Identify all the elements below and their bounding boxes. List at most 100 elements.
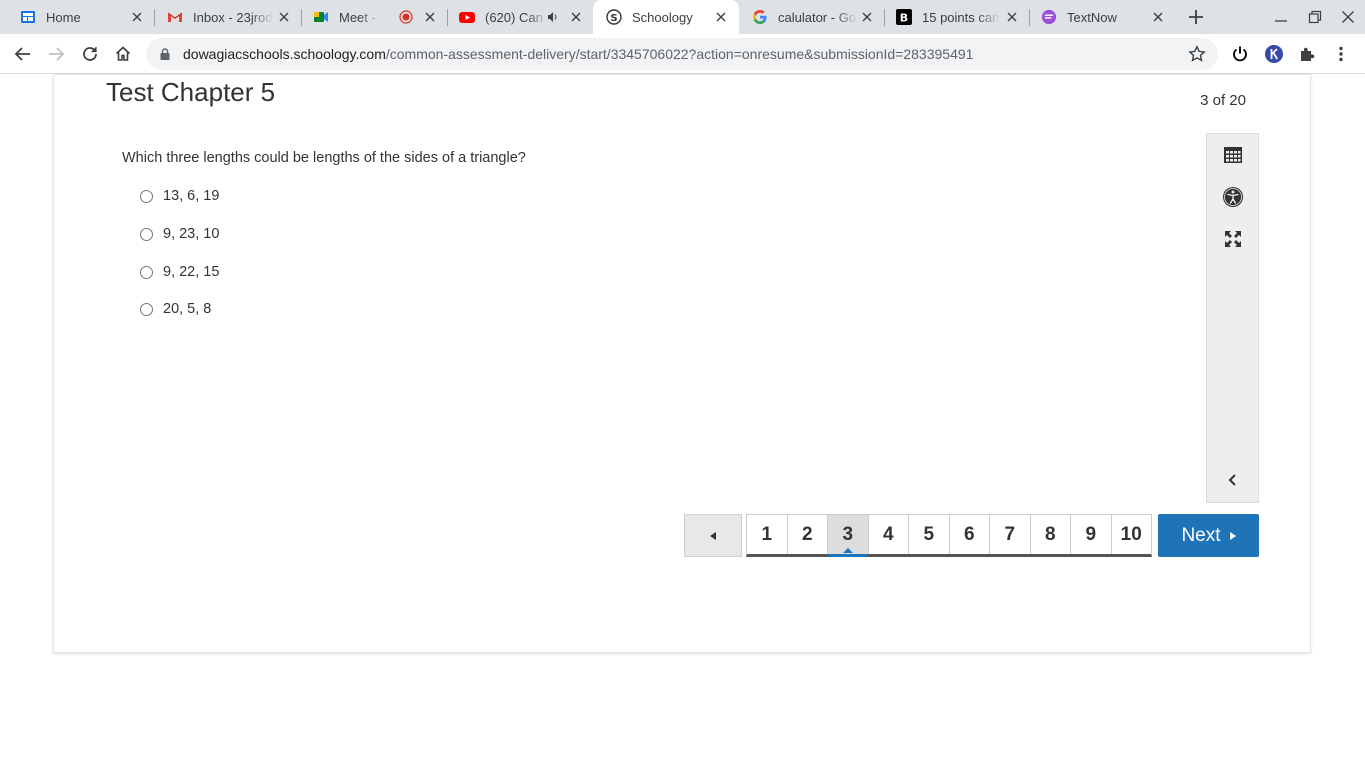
collapse-panel-button[interactable]: [1221, 468, 1245, 492]
menu-button[interactable]: [1331, 44, 1351, 64]
calculator-grid-icon: [1224, 147, 1242, 163]
radio-button[interactable]: [140, 189, 153, 203]
choice-label: 9, 22, 15: [163, 264, 220, 280]
page-3[interactable]: 3: [828, 515, 869, 557]
close-icon: [1342, 11, 1354, 23]
more-vert-icon: [1339, 46, 1343, 62]
youtube-icon: [459, 9, 475, 25]
svg-text:B: B: [900, 12, 908, 25]
minimize-button[interactable]: [1272, 8, 1290, 26]
speaker-icon[interactable]: [546, 10, 560, 24]
power-icon: [1233, 46, 1247, 62]
next-label: Next: [1181, 524, 1221, 546]
tab-brainly[interactable]: B 15 points can: [884, 0, 1030, 34]
answer-choice-c[interactable]: 9, 22, 15: [140, 264, 219, 280]
tab-title: Inbox - 23jrod: [193, 9, 273, 25]
page-10[interactable]: 10: [1112, 515, 1152, 554]
close-icon[interactable]: [713, 9, 729, 25]
page-5[interactable]: 5: [909, 515, 950, 554]
close-icon[interactable]: [129, 9, 145, 25]
page-8[interactable]: 8: [1031, 515, 1071, 554]
textnow-icon: [1041, 9, 1057, 25]
close-icon[interactable]: [1150, 9, 1166, 25]
page-4[interactable]: 4: [869, 515, 909, 554]
question-pager: 1 2 3 4 5 6 7 8 9 10: [746, 514, 1152, 557]
back-button[interactable]: [11, 42, 35, 66]
google-icon: [752, 9, 768, 25]
close-icon[interactable]: [1004, 9, 1020, 25]
answer-choice-a[interactable]: 13, 6, 19: [140, 188, 219, 204]
tab-meet[interactable]: Meet - uv: [293, 0, 448, 34]
triangle-right-icon: [1229, 531, 1236, 540]
radio-button[interactable]: [140, 227, 153, 241]
home-button[interactable]: [111, 42, 135, 66]
home-icon: [115, 46, 131, 61]
tab-home[interactable]: Home: [0, 0, 155, 34]
lock-icon[interactable]: [158, 47, 172, 61]
close-icon[interactable]: [859, 9, 875, 25]
address-bar[interactable]: dowagiacschools.schoology.com/common-ass…: [146, 38, 1218, 70]
gmail-icon: [167, 9, 183, 25]
next-button[interactable]: Next: [1158, 514, 1259, 557]
close-icon[interactable]: [276, 9, 292, 25]
browser-toolbar: dowagiacschools.schoology.com/common-ass…: [0, 34, 1365, 74]
tab-strip: Home Inbox - 23jrod Meet - uv (620) Can …: [0, 0, 1365, 34]
tab-textnow[interactable]: TextNow: [1030, 0, 1176, 34]
fullscreen-tool-button[interactable]: [1221, 227, 1245, 251]
radio-button[interactable]: [140, 265, 153, 279]
tool-panel: [1206, 133, 1259, 503]
answer-choice-d[interactable]: 20, 5, 8: [140, 301, 211, 317]
power-extension-button[interactable]: [1230, 44, 1250, 64]
reload-button[interactable]: [78, 42, 102, 66]
schoology-icon: S: [606, 9, 622, 25]
classroom-icon: [20, 9, 36, 25]
question-progress: 3 of 20: [1200, 92, 1246, 109]
bookmark-star-icon[interactable]: [1188, 45, 1206, 63]
tab-title: 15 points can: [922, 9, 1000, 25]
question-text: Which three lengths could be lengths of …: [122, 150, 526, 166]
page-7[interactable]: 7: [990, 515, 1031, 554]
accessibility-tool-button[interactable]: [1221, 185, 1245, 209]
extensions-button[interactable]: [1297, 44, 1317, 64]
url-path: /common-assessment-delivery/start/334570…: [385, 46, 974, 62]
triangle-left-icon: [710, 531, 716, 540]
brainly-icon: B: [896, 9, 912, 25]
recording-icon: [399, 10, 413, 24]
arrow-left-icon: [14, 47, 30, 61]
url-host: dowagiacschools.schoology.com: [183, 46, 386, 62]
choice-label: 13, 6, 19: [163, 188, 220, 204]
restore-button[interactable]: [1306, 8, 1324, 26]
minimize-icon: [1275, 20, 1287, 22]
assessment-card: Test Chapter 5 3 of 20 Which three lengt…: [53, 74, 1311, 653]
tab-title: (620) Can: [485, 9, 549, 25]
forward-button[interactable]: [44, 42, 68, 66]
close-window-button[interactable]: [1339, 8, 1357, 26]
calculator-tool-button[interactable]: [1221, 143, 1245, 167]
tab-youtube[interactable]: (620) Can: [439, 0, 594, 34]
k-extension-button[interactable]: [1264, 44, 1284, 64]
choice-label: 9, 23, 10: [163, 226, 220, 242]
choice-label: 20, 5, 8: [163, 301, 212, 317]
page-6[interactable]: 6: [950, 515, 990, 554]
answer-choice-b[interactable]: 9, 23, 10: [140, 226, 219, 242]
url-text: dowagiacschools.schoology.com/common-ass…: [183, 46, 973, 62]
tab-inbox[interactable]: Inbox - 23jrod: [147, 0, 302, 34]
restore-icon: [1308, 10, 1322, 24]
tab-title: calulator - Go: [778, 9, 858, 25]
close-icon[interactable]: [568, 9, 584, 25]
page-2[interactable]: 2: [788, 515, 828, 554]
test-title: Test Chapter 5: [106, 77, 276, 107]
plus-icon: [1189, 10, 1203, 24]
new-tab-button[interactable]: [1185, 6, 1207, 28]
meet-icon: [313, 9, 329, 25]
radio-button[interactable]: [140, 302, 153, 316]
tab-schoology[interactable]: S Schoology: [593, 0, 739, 34]
previous-button[interactable]: [684, 514, 742, 557]
close-icon[interactable]: [422, 9, 438, 25]
tab-calculator-search[interactable]: calulator - Go: [739, 0, 885, 34]
page-1[interactable]: 1: [747, 515, 788, 554]
puzzle-icon: [1301, 47, 1315, 61]
page-9[interactable]: 9: [1071, 515, 1112, 554]
page-viewport: Test Chapter 5 3 of 20 Which three lengt…: [0, 74, 1365, 768]
reload-icon: [83, 47, 97, 61]
